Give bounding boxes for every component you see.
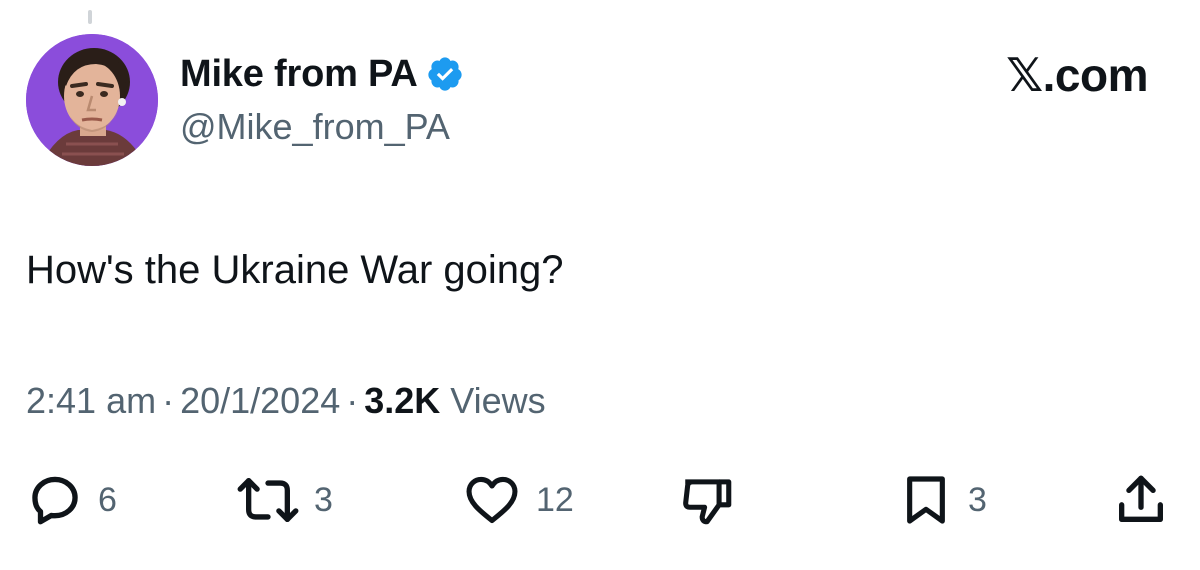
tweet-text: How's the Ukraine War going? xyxy=(26,248,564,292)
retweet-icon xyxy=(237,478,299,522)
like-count: 12 xyxy=(536,480,574,519)
retweet-button[interactable]: 3 xyxy=(236,470,333,530)
reply-button[interactable]: 6 xyxy=(26,470,117,530)
meta-separator: · xyxy=(346,380,359,421)
bookmark-count: 3 xyxy=(968,480,987,519)
dislike-button[interactable] xyxy=(678,470,736,530)
verified-badge-icon[interactable] xyxy=(426,55,464,93)
tweet-time[interactable]: 2:41 am xyxy=(26,380,156,421)
reply-icon xyxy=(32,476,78,525)
display-name[interactable]: Mike from PA xyxy=(180,53,418,96)
tweet-meta: 2:41 am · 20/1/2024 · 3.2K Views xyxy=(26,380,546,422)
like-button[interactable]: 12 xyxy=(462,470,574,530)
bookmark-icon xyxy=(907,476,945,524)
reply-count: 6 xyxy=(98,480,117,519)
avatar-image xyxy=(26,34,158,166)
author-handle[interactable]: @Mike_from_PA xyxy=(180,106,450,148)
author-name-row: Mike from PA xyxy=(180,50,464,98)
avatar[interactable] xyxy=(26,34,158,166)
share-icon xyxy=(1119,475,1163,522)
action-bar: 6 3 12 3 xyxy=(0,470,1200,530)
meta-separator: · xyxy=(162,380,175,421)
x-logo: 𝕏.com xyxy=(1006,49,1148,101)
share-button[interactable] xyxy=(1112,470,1170,530)
retweet-count: 3 xyxy=(314,480,333,519)
views-count: 3.2K xyxy=(364,380,441,421)
heart-icon xyxy=(466,476,518,524)
tweet-card: Mike from PA @Mike_from_PA 𝕏.com How's t… xyxy=(0,0,1200,570)
bookmark-button[interactable]: 3 xyxy=(898,470,987,530)
views-label: Views xyxy=(450,380,546,421)
thumbs-down-icon xyxy=(683,479,732,525)
divider xyxy=(88,10,92,24)
tweet-date[interactable]: 20/1/2024 xyxy=(180,380,340,421)
